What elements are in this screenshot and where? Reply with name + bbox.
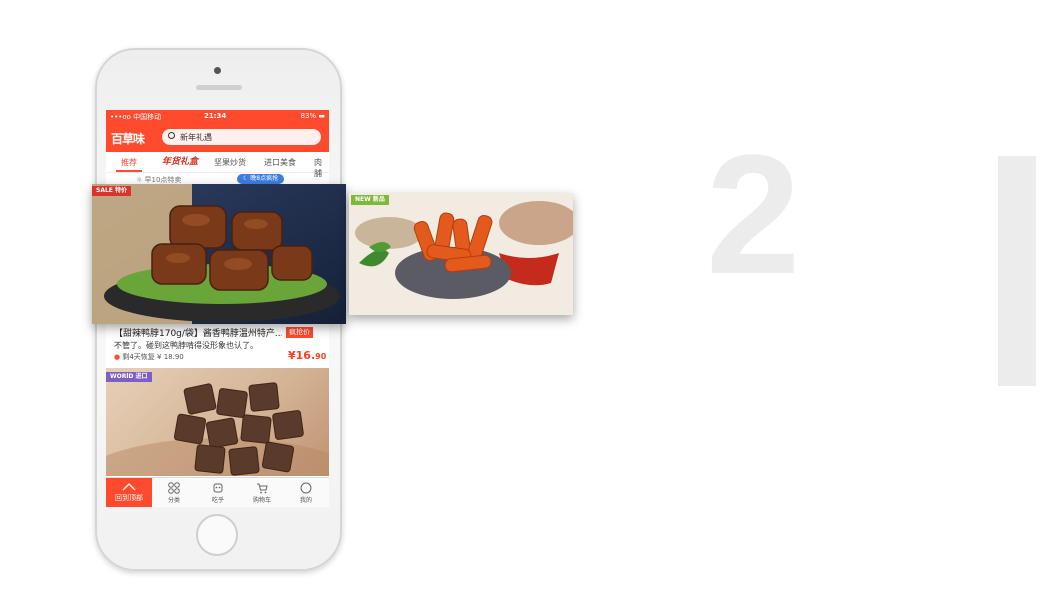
back-to-top-button[interactable]: 回到顶部 (106, 478, 152, 507)
nav-profile[interactable]: 我的 (284, 478, 328, 507)
app-header: 百草味 新年礼遇 (106, 124, 329, 152)
search-icon (168, 132, 175, 139)
home-button[interactable] (196, 514, 238, 556)
bottom-nav: 回到顶部 分类 吃乎 购物车 我的 (106, 477, 329, 507)
robot-icon (213, 483, 223, 493)
nav-category[interactable]: 分类 (152, 478, 196, 507)
search-placeholder: 新年礼遇 (180, 133, 212, 142)
product-info[interactable]: 【甜辣鸭脖170g/袋】酱香鸭脖温州特产... 不管了。碰到这鸭脖啃得没形象也认… (106, 322, 329, 366)
imported-product-image[interactable]: WORlD 进口 (106, 368, 329, 476)
duck-neck-image (92, 184, 346, 324)
tab-recommend[interactable]: 推荐 (121, 157, 137, 168)
product-price: ¥16.90 (288, 349, 327, 362)
tab-imported[interactable]: 进口美食 (264, 157, 296, 168)
nav-chihu[interactable]: 吃乎 (196, 478, 240, 507)
tab-nuts[interactable]: 坚果炒货 (214, 157, 246, 168)
spicy-snack-image (349, 193, 573, 315)
battery-level: 83% ▬ (300, 112, 325, 120)
product-stock: ● 剩4天恢复 ¥ 18.90 (114, 353, 184, 361)
tab-gift-box[interactable]: 年货礼盒 (162, 154, 198, 167)
product-description: 不管了。碰到这鸭脖啃得没形象也认了。 (114, 341, 258, 350)
featured-product-card[interactable]: SALE 特价 (92, 184, 346, 324)
front-camera (214, 67, 221, 74)
status-bar: •••oo 中国移动 21:34 83% ▬ (106, 110, 329, 124)
new-product-card[interactable]: NEW 新品 (349, 193, 573, 315)
evening-sale-pill[interactable]: ☾ 晚8点疯抢 (237, 174, 285, 184)
product-title: 【甜辣鸭脖170g/袋】酱香鸭脖温州特产... (114, 329, 282, 339)
app-logo[interactable]: 百草味 (111, 130, 145, 147)
active-tab-indicator (116, 170, 142, 172)
category-tabs: 推荐 年货礼盒 坚果炒货 进口美食 肉脯 (106, 152, 329, 178)
decorative-bar (998, 156, 1036, 386)
step-number: 2 (706, 120, 801, 310)
search-input[interactable]: 新年礼遇 (162, 129, 321, 145)
grid-icon (168, 482, 180, 494)
cart-icon (257, 483, 268, 494)
chevron-up-icon (122, 483, 136, 491)
sale-tag: SALE 特价 (92, 186, 131, 196)
flame-icon: ● (114, 353, 121, 361)
status-time: 21:34 (204, 112, 227, 120)
earpiece (196, 85, 242, 90)
carrier-signal: •••oo 中国移动 (110, 113, 162, 121)
new-tag: NEW 新品 (351, 195, 389, 205)
profile-icon (300, 482, 312, 494)
wafer-illustration (106, 382, 329, 476)
nav-cart[interactable]: 购物车 (240, 478, 284, 507)
flash-price-badge: 疯抢价 (286, 327, 313, 338)
